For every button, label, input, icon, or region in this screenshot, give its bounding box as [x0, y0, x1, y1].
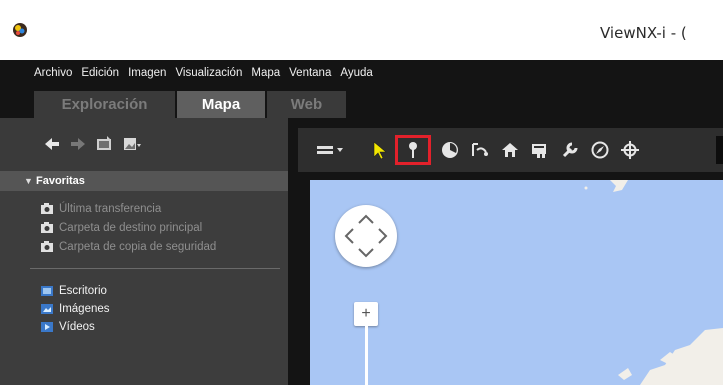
- map-view[interactable]: +: [310, 180, 723, 385]
- collapse-triangle-icon[interactable]: ▼: [24, 171, 33, 191]
- menu-mapa[interactable]: Mapa: [251, 67, 280, 79]
- menu-bar: Archivo Edición Imagen Visualización Map…: [0, 60, 723, 85]
- geotag-tool-button[interactable]: [435, 135, 465, 165]
- favorites-title: Favoritas: [36, 175, 85, 187]
- workspace-tab-bar: Exploración Mapa Web: [0, 85, 723, 118]
- menu-imagen[interactable]: Imagen: [128, 67, 166, 79]
- window-title: ViewNX-i - (: [600, 24, 687, 42]
- track-log-tool-button[interactable]: [465, 135, 495, 165]
- pin-tool-button[interactable]: [395, 135, 431, 165]
- map-pan-control[interactable]: [335, 205, 397, 267]
- crosshair-icon: [621, 141, 639, 159]
- zoom-in-button[interactable]: +: [354, 302, 378, 326]
- track-log-icon: [472, 143, 488, 156]
- pictures-folder-icon: [41, 304, 53, 314]
- videos-folder-icon: [41, 322, 53, 332]
- camera-folder-icon: [41, 203, 53, 214]
- crosshair-tool-button[interactable]: [615, 135, 645, 165]
- title-bar: ViewNX-i - (: [0, 0, 723, 60]
- menu-archivo[interactable]: Archivo: [34, 67, 72, 79]
- favorites-header[interactable]: ▼ Favoritas: [0, 171, 288, 191]
- photo-dropdown-icon[interactable]: [122, 134, 142, 154]
- app-icon: [13, 23, 27, 37]
- zoom-slider-track[interactable]: [365, 326, 368, 385]
- tab-mapa[interactable]: Mapa: [177, 91, 265, 118]
- compass-tool-button[interactable]: [585, 135, 615, 165]
- folder-map-tool-button[interactable]: [525, 135, 555, 165]
- select-tool-button[interactable]: [365, 135, 395, 165]
- wrench-tool-button[interactable]: [555, 135, 585, 165]
- home-icon: [502, 143, 518, 157]
- left-toolbar: [0, 118, 288, 172]
- compass-icon: [591, 141, 609, 159]
- place-label: Vídeos: [59, 321, 95, 333]
- wrench-icon: [562, 142, 578, 158]
- folder-photo-icon[interactable]: [95, 134, 115, 154]
- map-type-dropdown-button[interactable]: [312, 135, 350, 165]
- geotag-icon: [442, 142, 458, 158]
- tab-exploracion[interactable]: Exploración: [34, 91, 175, 118]
- camera-folder-icon: [41, 241, 53, 252]
- menu-edicion[interactable]: Edición: [81, 67, 119, 79]
- place-label: Imágenes: [59, 303, 110, 315]
- back-arrow-icon[interactable]: [42, 134, 62, 154]
- panel-divider: [30, 268, 280, 269]
- place-label: Escritorio: [59, 285, 107, 297]
- select-arrow-icon: [373, 141, 387, 160]
- map-toolbar: [298, 128, 723, 172]
- left-panel: ▼ Favoritas Última transferencia Carpeta…: [0, 118, 288, 385]
- pin-icon: [409, 142, 417, 158]
- home-tool-button[interactable]: [495, 135, 525, 165]
- favorite-label: Carpeta de destino principal: [59, 222, 203, 234]
- pan-arrows-icon: [344, 214, 388, 258]
- favorite-label: Última transferencia: [59, 203, 162, 215]
- menu-ventana[interactable]: Ventana: [289, 67, 331, 79]
- toolbar-field: [716, 136, 723, 164]
- folder-map-icon: [532, 144, 546, 158]
- camera-folder-icon: [41, 222, 53, 233]
- desktop-folder-icon: [41, 286, 53, 296]
- tab-web[interactable]: Web: [267, 91, 346, 118]
- menu-ayuda[interactable]: Ayuda: [340, 67, 372, 79]
- menu-visualizacion[interactable]: Visualización: [175, 67, 242, 79]
- favorite-label: Carpeta de copia de seguridad: [59, 241, 217, 253]
- map-type-dropdown-icon: [317, 146, 343, 154]
- forward-arrow-icon[interactable]: [68, 134, 88, 154]
